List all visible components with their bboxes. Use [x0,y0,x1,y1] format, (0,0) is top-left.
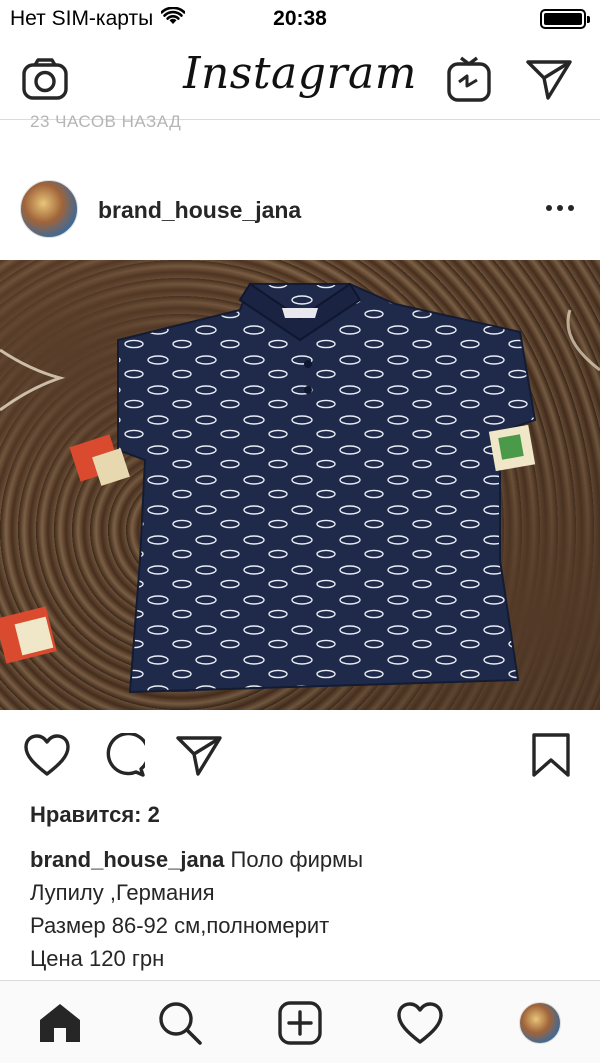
status-bar: Нет SIM-карты 20:38 [0,0,600,40]
share-icon[interactable] [174,730,224,780]
post-username[interactable]: brand_house_jana [98,197,301,224]
caption-line: Лупилу ,Германия [30,880,215,905]
home-icon[interactable] [32,995,88,1051]
caption-username[interactable]: brand_house_jana [30,847,224,872]
caption-line: Размер 86-92 см,полномерит [30,913,330,938]
avatar [519,1002,561,1044]
shirt-illustration [0,260,600,710]
profile-avatar[interactable] [512,995,568,1051]
caption-line: Поло фирмы [230,847,364,872]
direct-message-icon[interactable] [524,54,574,104]
bookmark-icon[interactable] [526,730,576,780]
activity-heart-icon[interactable] [392,995,448,1051]
bottom-tab-bar [0,980,600,1063]
status-time: 20:38 [273,7,327,30]
toy-cube [488,424,536,472]
comment-icon[interactable] [98,730,148,780]
top-nav-bar: Instagram [0,40,600,120]
post-header: brand_house_jana [0,170,600,250]
add-icon[interactable] [272,995,328,1051]
post-photo[interactable] [0,260,600,710]
post-actions [0,720,600,790]
heart-icon[interactable] [22,730,72,780]
search-icon[interactable] [152,995,208,1051]
more-horizontal-icon[interactable] [542,190,578,226]
previous-post-time-ago: 23 ЧАСОВ НАЗАД [30,112,182,131]
battery-icon [540,9,590,29]
post-caption: brand_house_jana Поло фирмы Лупилу ,Герм… [30,843,590,975]
caption-line: Цена 120 грн [30,946,165,971]
likes-count[interactable]: Нравится: 2 [30,802,160,828]
igtv-icon[interactable] [444,54,494,104]
avatar[interactable] [20,180,78,238]
instagram-logo: Instagram [183,48,417,99]
